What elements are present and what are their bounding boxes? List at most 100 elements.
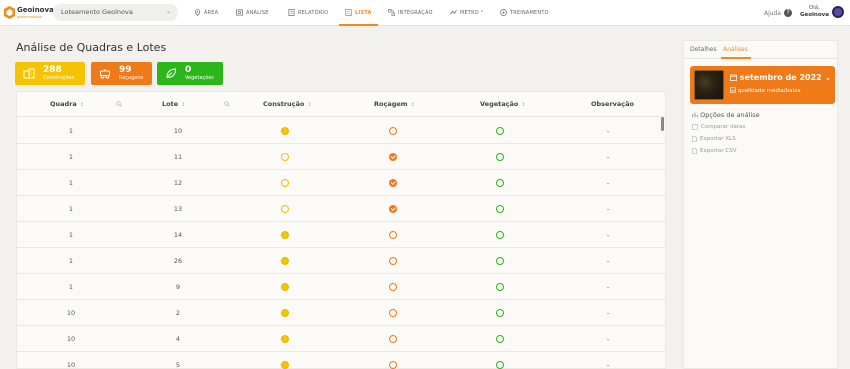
nav-metro[interactable]: METRO ²: [450, 0, 483, 25]
nav-analise[interactable]: ANÁLISE: [236, 0, 269, 25]
sort-icon: ↕: [410, 102, 415, 108]
logo-tagline: geotecnologia: [17, 15, 42, 19]
table-row[interactable]: 10 2 -: [17, 300, 665, 326]
header-construcao[interactable]: Construção ↕: [263, 100, 312, 108]
header-lote[interactable]: Lote ↕: [162, 100, 185, 108]
header-vegetacao[interactable]: Vegetação ↕: [480, 100, 526, 108]
quadra-cell: 1: [68, 257, 74, 265]
quadra-cell: 1: [68, 127, 74, 135]
stat-rocagens[interactable]: 99 Roçagens: [91, 62, 152, 85]
vegetacao-status-icon: [496, 179, 504, 187]
side-panel: Detalhes Análises setembro de 2022 ⌄ qua…: [683, 40, 838, 369]
active-tab-indicator: [721, 57, 751, 59]
compare-dates-checkbox[interactable]: [692, 124, 698, 130]
observacao-cell: -: [606, 361, 610, 369]
period-selector[interactable]: setembro de 2022 ⌄: [730, 73, 831, 82]
construcao-status-icon: [281, 153, 289, 161]
vegetacao-status-icon: [496, 335, 504, 343]
stat-vegetacoes-label: Vegetações: [185, 75, 214, 81]
rocagem-status-icon: [389, 179, 397, 187]
top-bar: Geoinova geotecnologia Loteamento Geolno…: [0, 0, 850, 26]
search-icon[interactable]: [224, 101, 230, 107]
quadra-cell: 1: [68, 179, 74, 187]
observacao-cell: -: [606, 231, 610, 239]
header-rocagem-label: Roçagem: [374, 100, 408, 108]
tab-detalhes[interactable]: Detalhes: [690, 46, 717, 53]
help-link[interactable]: Ajuda ?: [764, 9, 793, 17]
compare-dates-label: Comparar datas: [701, 124, 746, 130]
vegetacao-status-icon: [496, 257, 504, 265]
table-row[interactable]: 10 4 -: [17, 326, 665, 352]
lots-table: Quadra ↕ Lote ↕ Construção ↕ Roçagem ↕ Veget…: [16, 91, 666, 369]
rocagem-status-icon: [389, 205, 397, 213]
construcao-status-icon: [281, 257, 289, 265]
stat-construcoes[interactable]: 288 Construções: [15, 62, 85, 85]
header-quadra[interactable]: Quadra ↕: [50, 100, 84, 108]
construcao-status-icon: [281, 283, 289, 291]
list-icon: [345, 9, 352, 16]
export-csv-option[interactable]: Exportar CSV: [692, 148, 736, 154]
avatar[interactable]: [832, 6, 844, 18]
table-row[interactable]: 1 10 -: [17, 118, 665, 144]
chart-icon: [692, 112, 698, 118]
period-card[interactable]: setembro de 2022 ⌄ qualidade média/baixa: [690, 66, 835, 104]
lote-cell: 4: [175, 335, 181, 343]
export-xls-label: Exportar XLS: [700, 136, 736, 142]
header-vegetacao-label: Vegetação: [480, 100, 519, 108]
nav-relatorio[interactable]: RELATÓRIO: [288, 0, 328, 25]
observacao-cell: -: [606, 179, 610, 187]
rocagem-status-icon: [389, 309, 397, 317]
header-lote-label: Lote: [162, 100, 179, 108]
quadra-cell: 10: [66, 309, 76, 317]
nav-treinamento-label: TREINAMENTO: [510, 9, 549, 16]
help-label: Ajuda: [764, 9, 782, 17]
mower-icon: [100, 69, 110, 79]
quadra-cell: 1: [68, 283, 74, 291]
table-row[interactable]: 1 9 -: [17, 274, 665, 300]
table-row[interactable]: 1 26 -: [17, 248, 665, 274]
tab-divider: [684, 58, 837, 59]
quadra-cell: 10: [66, 361, 76, 369]
analysis-options-title: Opções de análise: [692, 111, 760, 119]
app-logo[interactable]: Geoinova geotecnologia: [4, 5, 54, 21]
header-quadra-label: Quadra: [50, 100, 77, 108]
vegetacao-status-icon: [496, 231, 504, 239]
quadra-cell: 10: [66, 335, 76, 343]
nav-treinamento[interactable]: TREINAMENTO: [500, 0, 549, 25]
construcao-status-icon: [281, 205, 289, 213]
rocagem-status-icon: [389, 231, 397, 239]
table-header: Quadra ↕ Lote ↕ Construção ↕ Roçagem ↕ Veget…: [17, 92, 665, 117]
rocagem-status-icon: [389, 153, 397, 161]
calendar-icon: [730, 74, 737, 81]
nav-relatorio-label: RELATÓRIO: [298, 9, 329, 16]
image-icon: [236, 9, 243, 16]
project-select[interactable]: Loteamento Geolnova ⌄: [53, 4, 178, 21]
table-row[interactable]: 10 5 -: [17, 352, 665, 369]
construcao-status-icon: [281, 231, 289, 239]
nav-area-label: ÁREA: [204, 9, 219, 16]
sort-icon: ↕: [521, 102, 526, 108]
search-icon[interactable]: [116, 101, 122, 107]
logo-name: Geoinova: [17, 6, 54, 14]
nav-integracao[interactable]: INTEGRAÇÃO: [388, 0, 433, 25]
integration-icon: [388, 9, 395, 16]
vegetacao-status-icon: [496, 361, 504, 369]
rocagem-status-icon: [389, 127, 397, 135]
nav-lista[interactable]: LISTA: [339, 0, 378, 26]
table-row[interactable]: 1 11-: [17, 144, 665, 170]
lote-cell: 12: [173, 179, 183, 187]
table-row[interactable]: 1 13 -: [17, 196, 665, 222]
compare-dates-option[interactable]: Comparar datas: [692, 124, 745, 130]
header-rocagem[interactable]: Roçagem ↕: [374, 100, 415, 108]
export-xls-option[interactable]: Exportar XLS: [692, 136, 736, 142]
tab-analises[interactable]: Análises: [723, 46, 748, 53]
nav-area[interactable]: ÁREA: [194, 0, 218, 25]
user-menu[interactable]: Olá, Geolnova: [800, 5, 829, 19]
stat-vegetacoes[interactable]: 0 Vegetações: [157, 62, 223, 85]
quadra-cell: 1: [68, 205, 74, 213]
table-row[interactable]: 1 14 -: [17, 222, 665, 248]
table-row[interactable]: 1 12 -: [17, 170, 665, 196]
sort-icon: ↕: [307, 102, 312, 108]
chevron-down-icon: ⌄: [165, 8, 171, 15]
table-scrollbar[interactable]: [661, 117, 664, 131]
